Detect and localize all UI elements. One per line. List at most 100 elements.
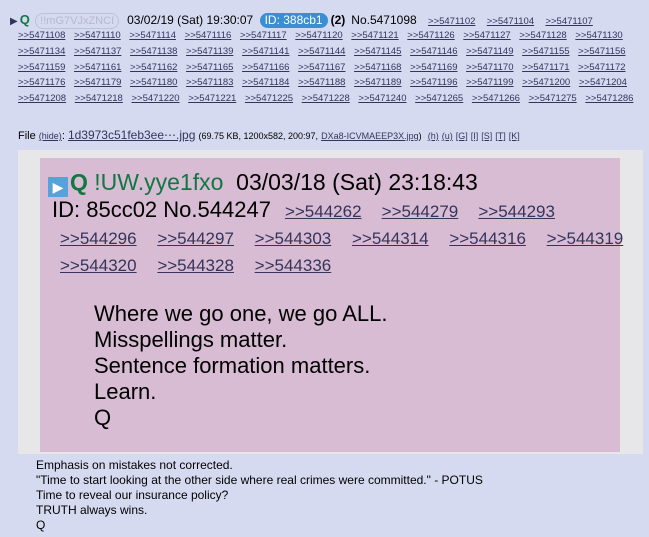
reply-link[interactable]: >>5471176	[18, 75, 65, 91]
reply-link[interactable]: >>5471183	[186, 75, 233, 91]
image-links-line3: >>544320 >>544328 >>544336	[60, 252, 347, 280]
image-reply-link[interactable]: >>544262	[285, 202, 362, 221]
image-reply-link[interactable]: >>544320	[60, 256, 137, 275]
reply-link[interactable]: >>5471162	[130, 60, 177, 76]
reply-link[interactable]: >>5471102	[428, 16, 475, 27]
file-original-name-link[interactable]: DXa8-ICVMAEEP3X.jpg	[321, 131, 419, 141]
reply-link[interactable]: >>5471179	[74, 75, 121, 91]
reply-link[interactable]: >>5471265	[415, 91, 463, 107]
reply-link[interactable]: >>5471107	[545, 16, 592, 27]
image-reply-link[interactable]: >>544316	[449, 229, 526, 248]
reply-link[interactable]: >>5471169	[410, 60, 457, 76]
reply-link[interactable]: >>5471144	[298, 44, 345, 60]
reply-link[interactable]: >>5471199	[466, 75, 513, 91]
file-info: File (hide): 1d3973c51feb3ee⋯.jpg (69.75…	[18, 128, 520, 142]
reply-link[interactable]: >>5471189	[354, 75, 401, 91]
reply-link[interactable]: >>5471130	[575, 28, 622, 44]
reply-link[interactable]: >>5471108	[18, 28, 65, 44]
image-reply-link[interactable]: >>544303	[255, 229, 332, 248]
reply-link[interactable]: >>5471116	[185, 28, 232, 44]
post-image[interactable]: ▶ Q !UW.yye1fxo 03/03/18 (Sat) 23:18:43 I…	[18, 150, 643, 454]
post-number[interactable]: No.5471098	[351, 13, 416, 27]
reply-link[interactable]: >>5471137	[74, 44, 121, 60]
reply-link[interactable]: >>5471161	[74, 60, 121, 76]
reply-link[interactable]: >>5471204	[579, 75, 627, 91]
image-links-line1: >>544262 >>544279 >>544293	[271, 197, 555, 222]
reply-link[interactable]: >>5471200	[522, 75, 570, 91]
reply-link[interactable]: >>5471145	[354, 44, 401, 60]
post-body-line: "Time to start looking at the other side…	[36, 473, 483, 487]
reply-link[interactable]: >>5471228	[302, 91, 350, 107]
image-reply-link[interactable]: >>544328	[157, 256, 234, 275]
play-icon: ▶	[48, 177, 68, 197]
reply-link[interactable]: >>5471141	[242, 44, 289, 60]
post-expand-arrow-icon[interactable]: ▶	[10, 16, 18, 27]
reply-link[interactable]: >>5471170	[466, 60, 513, 76]
image-post-header: ▶ Q !UW.yye1fxo 03/03/18 (Sat) 23:18:43	[48, 168, 478, 197]
image-reply-link[interactable]: >>544319	[547, 229, 624, 248]
file-tool-link[interactable]: [I]	[471, 131, 479, 141]
image-reply-link[interactable]: >>544297	[157, 229, 234, 248]
image-datetime: 03/03/18 (Sat) 23:18:43	[236, 169, 478, 195]
file-hide-link[interactable]: (hide)	[39, 131, 62, 141]
poster-id-badge[interactable]: ID: 388cb1	[259, 13, 328, 28]
reply-link[interactable]: >>5471156	[578, 44, 625, 60]
reply-links: >>5471108 >>5471110 >>5471114 >>5471116 …	[18, 28, 643, 107]
image-reply-link[interactable]: >>544296	[60, 229, 137, 248]
reply-link[interactable]: >>5471134	[18, 44, 65, 60]
reply-link[interactable]: >>5471171	[522, 60, 569, 76]
reply-link[interactable]: >>5471240	[358, 91, 406, 107]
reply-link[interactable]: >>5471218	[75, 91, 123, 107]
reply-link[interactable]: >>5471149	[466, 44, 513, 60]
image-reply-link[interactable]: >>544314	[352, 229, 429, 248]
image-reply-link[interactable]: >>544293	[478, 202, 555, 221]
reply-link[interactable]: >>5471139	[186, 44, 233, 60]
reply-link[interactable]: >>5471266	[472, 91, 520, 107]
reply-link[interactable]: >>5471120	[295, 28, 342, 44]
reply-link[interactable]: >>5471127	[463, 28, 510, 44]
reply-link[interactable]: >>5471117	[240, 28, 287, 44]
reply-link[interactable]: >>5471146	[410, 44, 457, 60]
reply-link[interactable]: >>5471196	[410, 75, 457, 91]
reply-link[interactable]: >>5471159	[18, 60, 65, 76]
poster-name: Q	[19, 12, 30, 27]
reply-link[interactable]: >>5471104	[487, 16, 534, 27]
reply-link[interactable]: >>5471121	[351, 28, 398, 44]
reply-link[interactable]: >>5471286	[585, 91, 633, 107]
reply-link[interactable]: >>5471155	[522, 44, 569, 60]
reply-link[interactable]: >>5471165	[186, 60, 233, 76]
post-body: Emphasis on mistakes not corrected. "Time…	[36, 458, 483, 533]
file-tool-link[interactable]: (h)	[428, 131, 439, 141]
reply-link[interactable]: >>5471168	[354, 60, 401, 76]
reply-link[interactable]: >>5471180	[130, 75, 177, 91]
file-tool-link[interactable]: (u)	[442, 131, 453, 141]
image-message-line: Learn.	[94, 379, 157, 404]
file-tool-link[interactable]: [K]	[509, 131, 520, 141]
reply-link[interactable]: >>5471275	[529, 91, 577, 107]
reply-link[interactable]: >>5471128	[519, 28, 566, 44]
reply-link[interactable]: >>5471126	[407, 28, 454, 44]
file-tools: (h) (u) [G] [I] [S] [T] [K]	[425, 130, 520, 142]
file-tool-link[interactable]: [T]	[495, 131, 506, 141]
reply-link[interactable]: >>5471221	[188, 91, 236, 107]
reply-link[interactable]: >>5471208	[18, 91, 66, 107]
file-name-link[interactable]: 1d3973c51feb3ee⋯.jpg	[68, 128, 195, 142]
post-datetime: 03/02/19 (Sat) 19:30:07	[127, 13, 254, 27]
reply-link[interactable]: >>5471167	[298, 60, 345, 76]
reply-link[interactable]: >>5471220	[131, 91, 179, 107]
reply-link[interactable]: >>5471188	[298, 75, 345, 91]
reply-link[interactable]: >>5471114	[129, 28, 176, 44]
reply-link[interactable]: >>5471225	[245, 91, 293, 107]
reply-link[interactable]: >>5471172	[578, 60, 625, 76]
reply-link[interactable]: >>5471184	[242, 75, 289, 91]
file-tool-link[interactable]: [G]	[456, 131, 468, 141]
file-tool-link[interactable]: [S]	[481, 131, 492, 141]
post-count: (2)	[330, 13, 346, 27]
reply-link[interactable]: >>5471110	[74, 28, 121, 44]
image-reply-link[interactable]: >>544336	[255, 256, 332, 275]
image-id-no: ID: 85cc02 No.544247	[52, 197, 271, 222]
image-message-line: Sentence formation matters.	[94, 353, 371, 378]
image-reply-link[interactable]: >>544279	[382, 202, 459, 221]
reply-link[interactable]: >>5471166	[242, 60, 289, 76]
reply-link[interactable]: >>5471138	[130, 44, 177, 60]
